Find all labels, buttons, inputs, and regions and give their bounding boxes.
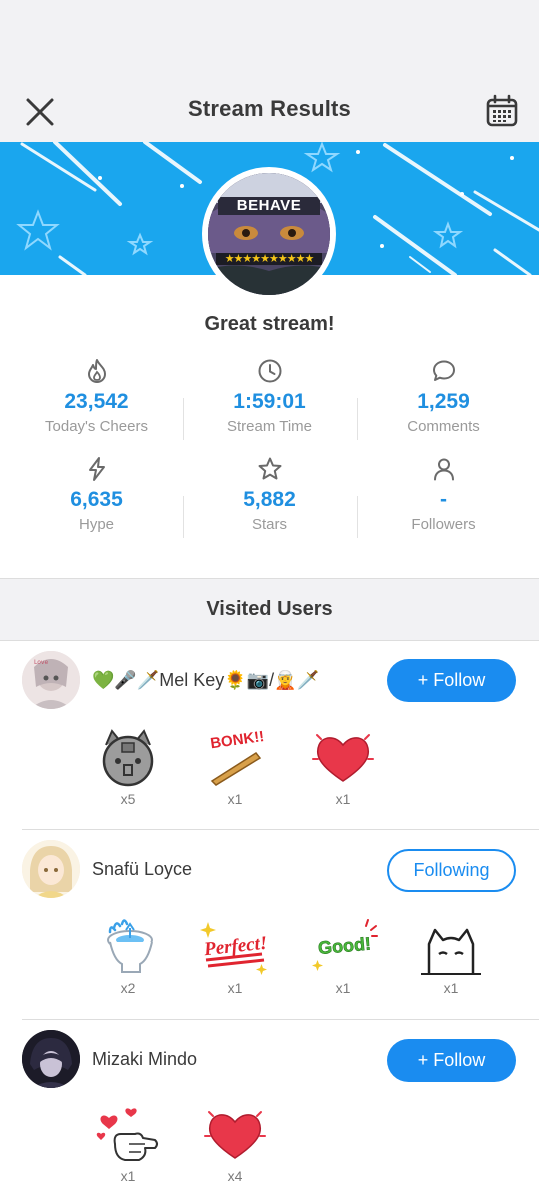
stat-label: Followers — [411, 516, 476, 533]
avatar[interactable] — [22, 840, 80, 898]
visited-user-row: Snafü Loyce Following x2 Perfect! x1 Goo… — [0, 830, 539, 1020]
stat-stream-time: 1:59:01 Stream Time — [182, 358, 357, 435]
gift-count: x1 — [335, 791, 351, 807]
stat-value: - — [440, 488, 447, 511]
streamer-avatar-image: BEHAVE ★★★★★★★★★★ — [208, 173, 330, 295]
follow-button[interactable]: + Follow — [387, 659, 516, 702]
header-bar: Stream Results — [0, 70, 539, 142]
gift-item: x1 — [303, 727, 383, 807]
gift-count: x1 — [120, 1168, 136, 1184]
gift-count: x1 — [227, 980, 243, 996]
hand-hearts-icon — [96, 1108, 158, 1161]
stat-label: Hype — [78, 516, 115, 533]
stat-cheers: 23,542 Today's Cheers — [9, 358, 184, 435]
bonk-bat-icon: BONK!! — [209, 728, 265, 786]
stat-value: 1:59:01 — [233, 390, 306, 413]
stream-summary: Great stream! — [204, 313, 335, 335]
good-sticker-icon: Good! — [312, 919, 378, 971]
stat-label: Stream Time — [226, 418, 313, 435]
clock-icon — [258, 359, 281, 383]
visited-user-row: Love 💚🎤🗡️Mel Key🌻📷/🧝🗡️ + Follow x5 BONK!… — [0, 641, 539, 829]
stat-value: 23,542 — [64, 390, 129, 413]
stat-value: 5,882 — [243, 488, 296, 511]
page-title: Stream Results — [188, 96, 351, 121]
bolt-icon — [88, 457, 105, 481]
comment-icon — [432, 360, 455, 381]
visited-users-header: Visited Users — [0, 578, 539, 641]
gift-count: x1 — [443, 980, 459, 996]
gift-item: x5 — [88, 727, 168, 807]
gift-text: BONK!! — [209, 728, 265, 752]
follow-button[interactable]: + Follow — [387, 1039, 516, 1082]
stat-value: 6,635 — [70, 488, 123, 511]
stats-row: 23,542 Today's Cheers 1:59:01 Stream Tim… — [0, 358, 539, 456]
stat-label: Comments — [407, 418, 480, 435]
calendar-icon — [486, 94, 518, 127]
stat-label: Stars — [251, 516, 287, 533]
user-name[interactable]: 💚🎤🗡️Mel Key🌻📷/🧝🗡️ — [92, 670, 319, 691]
user-name[interactable]: Snafü Loyce — [92, 859, 192, 880]
gift-item: Perfect! x1 — [195, 918, 275, 996]
visited-user-row: Mizaki Mindo + Follow x1 x4 — [0, 1020, 539, 1200]
heart-icon — [204, 1111, 266, 1159]
gift-item: x1 — [411, 918, 491, 996]
avatar[interactable]: Love — [22, 651, 80, 709]
cat-robot-icon — [102, 729, 154, 787]
svg-text:Love: Love — [34, 659, 48, 666]
flame-icon — [87, 359, 106, 383]
status-bar-area — [0, 0, 539, 70]
gift-count: x1 — [227, 791, 243, 807]
stats-grid: 23,542 Today's Cheers 1:59:01 Stream Tim… — [0, 358, 539, 554]
person-icon — [433, 458, 454, 481]
gift-count: x5 — [120, 791, 136, 807]
stat-value: 1,259 — [417, 390, 470, 413]
streamer-avatar: BEHAVE ★★★★★★★★★★ — [202, 167, 336, 301]
heart-icon — [312, 734, 374, 782]
stat-label: Today's Cheers — [45, 418, 148, 435]
gift-count: x4 — [227, 1168, 243, 1184]
gift-text: Good! — [317, 934, 372, 959]
gift-item: x1 — [88, 1104, 168, 1184]
avatar-star-strip: ★★★★★★★★★★ — [216, 253, 322, 265]
gift-item: x4 — [195, 1104, 275, 1184]
avatar-caption: BEHAVE — [218, 197, 320, 215]
section-title: Visited Users — [206, 598, 333, 620]
stat-followers: - Followers — [356, 456, 531, 533]
stat-comments: 1,259 Comments — [356, 358, 531, 435]
gift-item: x2 — [88, 918, 168, 996]
gift-item: BONK!! x1 — [195, 727, 275, 807]
gift-count: x2 — [120, 980, 136, 996]
stat-stars: 5,882 Stars — [182, 456, 357, 533]
toilet-icon — [107, 919, 153, 973]
gift-count: x1 — [335, 980, 351, 996]
gift-item: Good! x1 — [303, 918, 383, 996]
stats-row: 6,635 Hype 5,882 Stars - Followers — [0, 456, 539, 554]
following-button[interactable]: Following — [387, 849, 516, 892]
avatar[interactable] — [22, 1030, 80, 1088]
stat-hype: 6,635 Hype — [9, 456, 184, 533]
peeking-cat-icon — [421, 928, 481, 975]
user-name[interactable]: Mizaki Mindo — [92, 1049, 197, 1070]
perfect-sticker-icon: Perfect! — [200, 922, 268, 975]
star-icon — [258, 457, 281, 480]
calendar-button[interactable] — [485, 94, 519, 128]
